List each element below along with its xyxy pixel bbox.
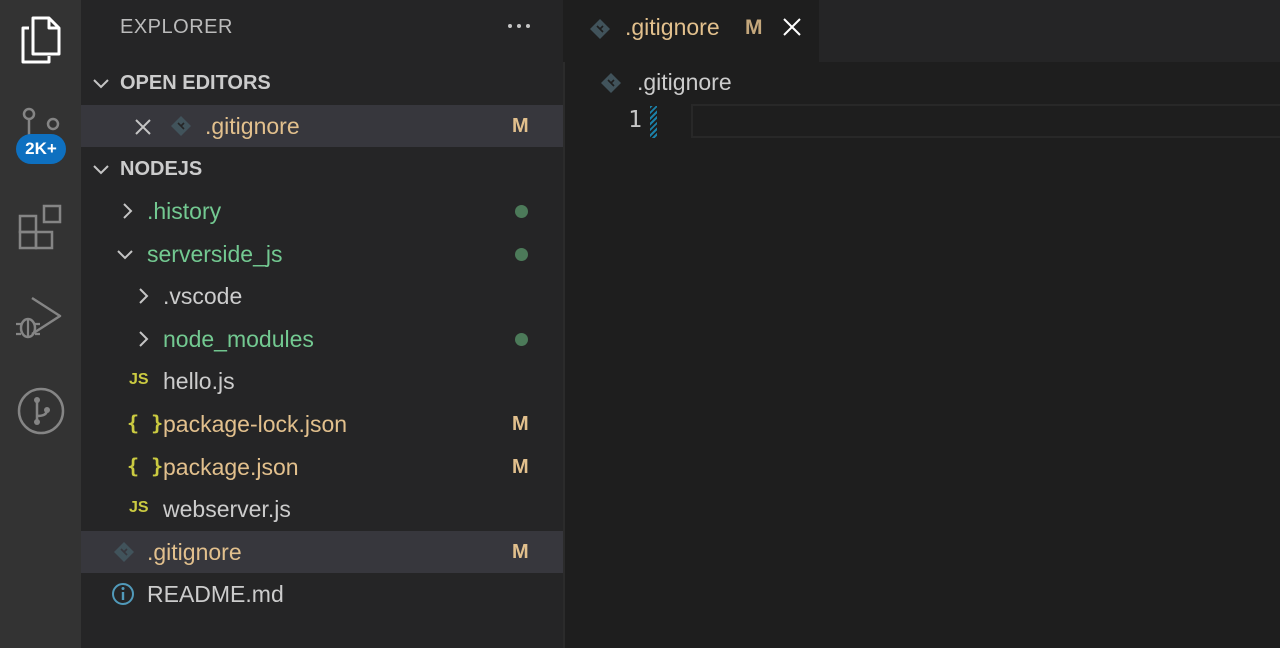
- open-editors-label: OPEN EDITORS: [120, 71, 271, 94]
- tree-item-label: hello.js: [163, 367, 235, 394]
- git-file-icon: [114, 542, 134, 562]
- modified-badge: M: [512, 455, 529, 478]
- open-editors-header[interactable]: OPEN EDITORS: [81, 62, 563, 104]
- editor-divider: [563, 62, 565, 648]
- git-file-icon: [590, 19, 610, 39]
- tree-item-label: .history: [147, 197, 222, 224]
- more-dot: [517, 24, 521, 28]
- files-icon[interactable]: [0, 14, 81, 66]
- git-file-icon: [601, 73, 621, 93]
- editor-tab-bar: .gitignore M: [563, 0, 1280, 62]
- tab-modified-badge: M: [745, 16, 763, 39]
- open-editor-item[interactable]: .gitignore M: [81, 105, 563, 147]
- tree-item-serverside-js[interactable]: serverside_js: [81, 233, 563, 275]
- tree-item-label: package-lock.json: [163, 410, 348, 437]
- git-status-dot: [515, 204, 528, 218]
- git-status-dot: [515, 332, 528, 346]
- run-debug-icon[interactable]: [0, 292, 81, 346]
- tree-item-label: .vscode: [163, 282, 243, 309]
- open-editor-label: .gitignore: [205, 112, 300, 139]
- tab-gitignore[interactable]: .gitignore M: [563, 0, 819, 62]
- js-file-icon: JS: [129, 499, 149, 516]
- chevron-down-icon: [117, 250, 133, 260]
- chevron-down-icon: [93, 79, 109, 89]
- source-control-badge: 2K+: [16, 134, 66, 164]
- chevron-right-icon: [139, 288, 149, 304]
- tree-item-gitignore[interactable]: .gitignore M: [81, 531, 563, 573]
- tree-item-node-modules[interactable]: node_modules: [81, 318, 563, 360]
- tree-item-package-json[interactable]: { } package.json M: [81, 446, 563, 488]
- git-file-icon: [171, 116, 191, 136]
- current-line-highlight[interactable]: [691, 104, 1280, 138]
- modified-badge: M: [512, 412, 529, 435]
- git-gutter-added-marker: [650, 106, 657, 138]
- tree-item-label: node_modules: [163, 325, 314, 352]
- tree-item-label: webserver.js: [163, 495, 291, 522]
- workspace-label: NODEJS: [120, 157, 203, 180]
- explorer-sidebar: EXPLORER OPEN EDITORS .gitignore M NODEJ…: [81, 0, 563, 648]
- tree-item-hello-js[interactable]: JS hello.js: [81, 360, 563, 402]
- tree-item-label: .gitignore: [147, 538, 242, 565]
- activity-bar: 2K+: [0, 0, 81, 648]
- json-file-icon: { }: [127, 411, 164, 435]
- tree-item-label: README.md: [147, 580, 284, 607]
- more-actions-button[interactable]: [503, 10, 535, 42]
- close-icon[interactable]: [133, 117, 153, 137]
- more-dot: [508, 24, 512, 28]
- chevron-right-icon: [123, 203, 133, 219]
- more-dot: [526, 24, 530, 28]
- close-icon[interactable]: [781, 16, 803, 38]
- chevron-down-icon: [93, 165, 109, 175]
- git-status-dot: [515, 247, 528, 261]
- tree-item-webserver-js[interactable]: JS webserver.js: [81, 488, 563, 530]
- tree-item-label: serverside_js: [147, 240, 283, 267]
- tree-item-label: package.json: [163, 453, 299, 480]
- tab-label: .gitignore: [625, 14, 720, 40]
- tree-item-vscode[interactable]: .vscode: [81, 275, 563, 317]
- tree-item-package-lock-json[interactable]: { } package-lock.json M: [81, 403, 563, 445]
- info-icon: [112, 583, 134, 605]
- json-file-icon: { }: [127, 454, 164, 478]
- git-graph-icon[interactable]: [0, 386, 81, 436]
- modified-badge: M: [512, 114, 529, 137]
- js-file-icon: JS: [129, 371, 149, 388]
- extensions-icon[interactable]: [0, 202, 81, 252]
- chevron-right-icon: [139, 331, 149, 347]
- line-number: 1: [628, 107, 642, 133]
- tree-item-history[interactable]: .history: [81, 190, 563, 232]
- tree-item-readme-md[interactable]: README.md: [81, 573, 563, 615]
- modified-badge: M: [512, 540, 529, 563]
- explorer-title: EXPLORER: [120, 16, 233, 38]
- breadcrumb-file[interactable]: .gitignore: [637, 69, 732, 96]
- workspace-header[interactable]: NODEJS: [81, 148, 563, 190]
